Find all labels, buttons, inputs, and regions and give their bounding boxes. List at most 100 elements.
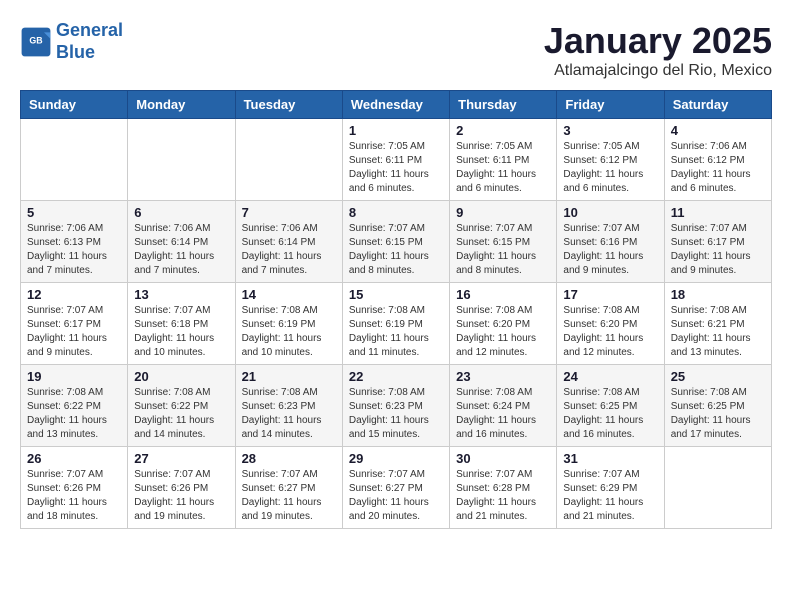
day-info: Sunrise: 7:08 AM Sunset: 6:21 PM Dayligh…	[671, 304, 765, 360]
calendar-subtitle: Atlamajalcingo del Rio, Mexico	[544, 62, 772, 80]
day-info: Sunrise: 7:08 AM Sunset: 6:20 PM Dayligh…	[563, 304, 657, 360]
calendar-week-1: 1Sunrise: 7:05 AM Sunset: 6:11 PM Daylig…	[21, 119, 772, 201]
day-info: Sunrise: 7:07 AM Sunset: 6:16 PM Dayligh…	[563, 222, 657, 278]
calendar-cell: 21 Sunrise: 7:08 AM Sunset: 6:23 PM Dayli…	[235, 365, 342, 447]
day-info: Sunrise: 7:08 AM Sunset: 6:25 PM Dayligh…	[671, 386, 765, 442]
calendar-cell: 25 Sunrise: 7:08 AM Sunset: 6:25 PM Dayli…	[664, 365, 771, 447]
logo: GB General Blue	[20, 20, 123, 63]
day-info: Sunrise: 7:07 AM Sunset: 6:26 PM Dayligh…	[134, 468, 228, 524]
calendar-cell: 14 Sunrise: 7:08 AM Sunset: 6:19 PM Dayli…	[235, 283, 342, 365]
calendar-cell: 7 Sunrise: 7:06 AM Sunset: 6:14 PM Daylig…	[235, 201, 342, 283]
calendar-cell: 9 Sunrise: 7:07 AM Sunset: 6:15 PM Daylig…	[450, 201, 557, 283]
day-number: 21	[242, 369, 336, 384]
weekday-header-friday: Friday	[557, 91, 664, 119]
calendar-cell: 15 Sunrise: 7:08 AM Sunset: 6:19 PM Dayli…	[342, 283, 449, 365]
calendar-cell: 29 Sunrise: 7:07 AM Sunset: 6:27 PM Dayli…	[342, 447, 449, 529]
day-info: Sunrise: 7:07 AM Sunset: 6:18 PM Dayligh…	[134, 304, 228, 360]
day-info: Sunrise: 7:07 AM Sunset: 6:28 PM Dayligh…	[456, 468, 550, 524]
day-number: 16	[456, 287, 550, 302]
calendar-cell: 4 Sunrise: 7:06 AM Sunset: 6:12 PM Daylig…	[664, 119, 771, 201]
calendar-cell: 16 Sunrise: 7:08 AM Sunset: 6:20 PM Dayli…	[450, 283, 557, 365]
day-number: 11	[671, 205, 765, 220]
calendar-cell: 20 Sunrise: 7:08 AM Sunset: 6:22 PM Dayli…	[128, 365, 235, 447]
weekday-header-row: SundayMondayTuesdayWednesdayThursdayFrid…	[21, 91, 772, 119]
svg-text:GB: GB	[29, 35, 42, 45]
logo-icon: GB	[20, 26, 52, 58]
day-number: 29	[349, 451, 443, 466]
weekday-header-tuesday: Tuesday	[235, 91, 342, 119]
calendar-cell: 23 Sunrise: 7:08 AM Sunset: 6:24 PM Dayli…	[450, 365, 557, 447]
day-number: 20	[134, 369, 228, 384]
day-info: Sunrise: 7:08 AM Sunset: 6:25 PM Dayligh…	[563, 386, 657, 442]
day-number: 28	[242, 451, 336, 466]
day-number: 15	[349, 287, 443, 302]
calendar-cell: 8Sunrise: 7:07 AM Sunset: 6:15 PM Daylig…	[342, 201, 449, 283]
day-info: Sunrise: 7:07 AM Sunset: 6:17 PM Dayligh…	[671, 222, 765, 278]
day-info: Sunrise: 7:08 AM Sunset: 6:19 PM Dayligh…	[242, 304, 336, 360]
day-number: 23	[456, 369, 550, 384]
calendar-cell: 30 Sunrise: 7:07 AM Sunset: 6:28 PM Dayli…	[450, 447, 557, 529]
day-info: Sunrise: 7:06 AM Sunset: 6:14 PM Dayligh…	[134, 222, 228, 278]
day-info: Sunrise: 7:08 AM Sunset: 6:22 PM Dayligh…	[27, 386, 121, 442]
day-info: Sunrise: 7:08 AM Sunset: 6:20 PM Dayligh…	[456, 304, 550, 360]
day-info: Sunrise: 7:06 AM Sunset: 6:13 PM Dayligh…	[27, 222, 121, 278]
day-info: Sunrise: 7:08 AM Sunset: 6:19 PM Dayligh…	[349, 304, 443, 360]
day-info: Sunrise: 7:07 AM Sunset: 6:17 PM Dayligh…	[27, 304, 121, 360]
day-number: 4	[671, 123, 765, 138]
day-info: Sunrise: 7:07 AM Sunset: 6:15 PM Dayligh…	[349, 222, 443, 278]
calendar-cell: 22 Sunrise: 7:08 AM Sunset: 6:23 PM Dayli…	[342, 365, 449, 447]
day-number: 30	[456, 451, 550, 466]
calendar-cell: 17 Sunrise: 7:08 AM Sunset: 6:20 PM Dayli…	[557, 283, 664, 365]
calendar-cell: 26 Sunrise: 7:07 AM Sunset: 6:26 PM Dayli…	[21, 447, 128, 529]
calendar-cell: 5 Sunrise: 7:06 AM Sunset: 6:13 PM Daylig…	[21, 201, 128, 283]
calendar-cell	[664, 447, 771, 529]
calendar-cell: 11 Sunrise: 7:07 AM Sunset: 6:17 PM Dayli…	[664, 201, 771, 283]
day-number: 31	[563, 451, 657, 466]
day-info: Sunrise: 7:05 AM Sunset: 6:11 PM Dayligh…	[456, 140, 550, 196]
day-info: Sunrise: 7:07 AM Sunset: 6:27 PM Dayligh…	[349, 468, 443, 524]
calendar-cell: 18 Sunrise: 7:08 AM Sunset: 6:21 PM Dayli…	[664, 283, 771, 365]
day-number: 7	[242, 205, 336, 220]
day-info: Sunrise: 7:07 AM Sunset: 6:26 PM Dayligh…	[27, 468, 121, 524]
day-number: 5	[27, 205, 121, 220]
weekday-header-saturday: Saturday	[664, 91, 771, 119]
calendar-title-area: January 2025 Atlamajalcingo del Rio, Mex…	[544, 20, 772, 80]
day-number: 13	[134, 287, 228, 302]
day-number: 26	[27, 451, 121, 466]
day-number: 25	[671, 369, 765, 384]
calendar-cell: 19Sunrise: 7:08 AM Sunset: 6:22 PM Dayli…	[21, 365, 128, 447]
day-info: Sunrise: 7:05 AM Sunset: 6:11 PM Dayligh…	[349, 140, 443, 196]
day-info: Sunrise: 7:06 AM Sunset: 6:14 PM Dayligh…	[242, 222, 336, 278]
day-info: Sunrise: 7:08 AM Sunset: 6:23 PM Dayligh…	[349, 386, 443, 442]
day-info: Sunrise: 7:06 AM Sunset: 6:12 PM Dayligh…	[671, 140, 765, 196]
day-info: Sunrise: 7:08 AM Sunset: 6:23 PM Dayligh…	[242, 386, 336, 442]
day-number: 17	[563, 287, 657, 302]
day-info: Sunrise: 7:08 AM Sunset: 6:22 PM Dayligh…	[134, 386, 228, 442]
calendar-cell: 1Sunrise: 7:05 AM Sunset: 6:11 PM Daylig…	[342, 119, 449, 201]
day-number: 12	[27, 287, 121, 302]
day-info: Sunrise: 7:08 AM Sunset: 6:24 PM Dayligh…	[456, 386, 550, 442]
day-number: 18	[671, 287, 765, 302]
day-number: 3	[563, 123, 657, 138]
calendar-week-4: 19Sunrise: 7:08 AM Sunset: 6:22 PM Dayli…	[21, 365, 772, 447]
calendar-cell	[21, 119, 128, 201]
day-number: 2	[456, 123, 550, 138]
day-number: 27	[134, 451, 228, 466]
day-number: 9	[456, 205, 550, 220]
logo-line2: Blue	[56, 42, 95, 62]
day-info: Sunrise: 7:07 AM Sunset: 6:27 PM Dayligh…	[242, 468, 336, 524]
calendar-week-2: 5 Sunrise: 7:06 AM Sunset: 6:13 PM Daylig…	[21, 201, 772, 283]
day-number: 14	[242, 287, 336, 302]
weekday-header-monday: Monday	[128, 91, 235, 119]
calendar-cell: 13 Sunrise: 7:07 AM Sunset: 6:18 PM Dayli…	[128, 283, 235, 365]
day-number: 24	[563, 369, 657, 384]
calendar-cell	[235, 119, 342, 201]
day-number: 6	[134, 205, 228, 220]
calendar-title: January 2025	[544, 20, 772, 62]
day-info: Sunrise: 7:07 AM Sunset: 6:29 PM Dayligh…	[563, 468, 657, 524]
day-info: Sunrise: 7:07 AM Sunset: 6:15 PM Dayligh…	[456, 222, 550, 278]
calendar-week-5: 26 Sunrise: 7:07 AM Sunset: 6:26 PM Dayli…	[21, 447, 772, 529]
calendar-cell	[128, 119, 235, 201]
day-info: Sunrise: 7:05 AM Sunset: 6:12 PM Dayligh…	[563, 140, 657, 196]
day-number: 22	[349, 369, 443, 384]
